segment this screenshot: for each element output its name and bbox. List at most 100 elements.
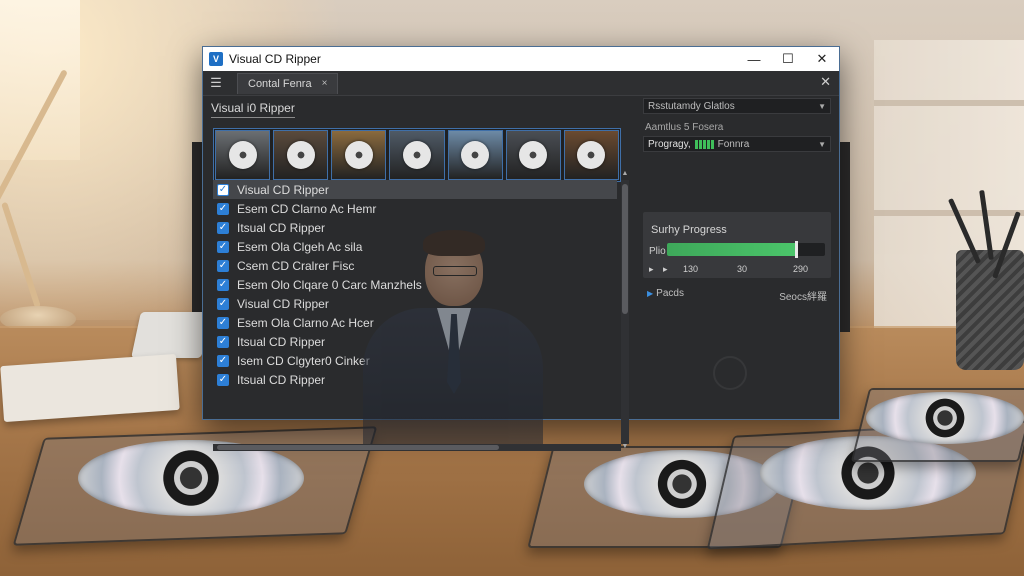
pause-control[interactable]: ▶ Pacds xyxy=(647,288,684,299)
album-thumbnail[interactable] xyxy=(447,130,503,180)
app-window: V Visual CD Ripper — ☐ ✕ ☰ Contal Fenra … xyxy=(202,46,840,451)
chevron-down-icon: ▼ xyxy=(818,139,826,149)
progress-dropdown-label: Progragy, xyxy=(648,138,691,150)
track-label: Esem Ola Clarno Ac Hcer xyxy=(237,315,374,330)
close-panel-icon[interactable]: ✕ xyxy=(820,74,831,90)
vertical-scroll-thumb[interactable] xyxy=(622,184,628,314)
track-checkbox[interactable]: ✓ xyxy=(217,259,229,272)
track-row[interactable]: ✓ Visual CD Ripper xyxy=(213,180,617,199)
pane-title: Visual i0 Ripper xyxy=(211,101,295,118)
progress-dropdown[interactable]: Progragy, Fonnra ▼ xyxy=(643,136,831,152)
title-bar[interactable]: V Visual CD Ripper — ☐ ✕ xyxy=(203,47,839,71)
keyboard xyxy=(131,312,211,358)
chevron-down-icon: ▼ xyxy=(818,101,826,111)
shelf-board xyxy=(874,100,1024,106)
album-thumbnail[interactable] xyxy=(273,130,329,180)
album-thumbnail-strip xyxy=(213,128,621,182)
track-row[interactable]: ✓ Itsual CD Ripper xyxy=(213,370,617,389)
track-label: Itsual CD Ripper xyxy=(237,220,326,235)
status-speed: Seocs絆羅 xyxy=(779,292,827,303)
vertical-scrollbar[interactable]: ▲ ▼ xyxy=(621,170,629,450)
track-checkbox[interactable]: ✓ xyxy=(217,183,229,196)
progress-card: Surhy Progress Plio ▸ ▸ 130 30 290 xyxy=(643,212,831,278)
mini-level-meter xyxy=(694,139,714,149)
tick-label: 130 xyxy=(683,264,699,274)
track-row[interactable]: ✓ Esem CD Clarno Ac Hemr xyxy=(213,199,617,218)
track-checkbox[interactable]: ✓ xyxy=(217,316,229,329)
track-checkbox[interactable]: ✓ xyxy=(217,354,229,367)
track-label: Isem CD Clgyter0 Cinker xyxy=(237,353,370,368)
progress-dropdown-suffix: Fonnra xyxy=(717,138,750,150)
pause-label: Pacds xyxy=(656,288,684,299)
background-window xyxy=(0,0,80,160)
track-checkbox[interactable]: ✓ xyxy=(217,278,229,291)
progress-handle[interactable] xyxy=(794,241,798,258)
track-checkbox[interactable]: ✓ xyxy=(217,297,229,310)
album-thumbnail[interactable] xyxy=(505,130,561,180)
album-thumbnail[interactable] xyxy=(331,130,387,180)
track-label: Visual CD Ripper xyxy=(237,182,329,197)
minimize-button[interactable]: — xyxy=(737,47,771,71)
scroll-down-icon[interactable]: ▼ xyxy=(621,443,629,450)
progress-ticks: ▸ ▸ 130 30 290 xyxy=(647,264,827,276)
status-dropdown[interactable]: Rsstutamdy Glatlos ▼ xyxy=(643,98,831,114)
track-row[interactable]: ✓ Esem Ola Clgeh Ac sila xyxy=(213,237,617,256)
progress-bar[interactable] xyxy=(667,241,825,258)
play-dot-icon: ▶ xyxy=(647,289,654,298)
track-row[interactable]: ✓ Csem CD Cralrer Fisc xyxy=(213,256,617,275)
track-label: Visual CD Ripper xyxy=(237,296,329,311)
track-row[interactable]: ✓ Visual CD Ripper xyxy=(213,294,617,313)
play-icon[interactable]: ▸ xyxy=(649,264,654,275)
tab-bar: ☰ Contal Fenra × ✕ xyxy=(203,71,839,96)
settings-label: Aamtlus 5 Fosera xyxy=(645,122,724,133)
track-checkbox[interactable]: ✓ xyxy=(217,240,229,253)
track-list: ✓ Visual CD Ripper ✓ Esem CD Clarno Ac Hemr… xyxy=(213,180,617,444)
main-content: Visual i0 Ripper ✓ Visual CD Ripper ✓ Esem … xyxy=(203,96,839,451)
tab-close-icon[interactable]: × xyxy=(322,78,328,89)
album-thumbnail[interactable] xyxy=(563,130,619,180)
cd-disc-icon xyxy=(577,141,606,169)
track-row[interactable]: ✓ Itsual CD Ripper xyxy=(213,218,617,237)
track-row[interactable]: ✓ Itsual CD Ripper xyxy=(213,332,617,351)
track-checkbox[interactable]: ✓ xyxy=(217,202,229,215)
cd-disc-icon xyxy=(519,141,548,169)
horizontal-scroll-thumb[interactable] xyxy=(217,445,499,450)
track-label: Itsual CD Ripper xyxy=(237,334,326,349)
close-button[interactable]: ✕ xyxy=(805,47,839,71)
right-pane: Rsstutamdy Glatlos ▼ Aamtlus 5 Fosera Pr… xyxy=(643,96,839,419)
horizontal-scrollbar[interactable] xyxy=(213,444,621,451)
track-row[interactable]: ✓ Isem CD Clgyter0 Cinker xyxy=(213,351,617,370)
pencil-cup xyxy=(956,250,1024,370)
scroll-up-icon[interactable]: ▲ xyxy=(621,170,629,177)
progress-title: Surhy Progress xyxy=(651,224,727,236)
track-checkbox[interactable]: ✓ xyxy=(217,373,229,386)
track-label: Esem Olo Clqare 0 Carc Manzhels xyxy=(237,277,422,292)
cd-disc xyxy=(78,440,304,516)
document-tab[interactable]: Contal Fenra × xyxy=(237,72,339,94)
cd-disc-icon xyxy=(461,141,490,169)
app-logo-icon: V xyxy=(209,52,223,66)
hamburger-menu-icon[interactable]: ☰ xyxy=(203,75,229,91)
album-thumbnail[interactable] xyxy=(215,130,271,180)
maximize-button[interactable]: ☐ xyxy=(771,47,805,71)
track-row[interactable]: ✓ Esem Olo Clqare 0 Carc Manzhels xyxy=(213,275,617,294)
track-label: Itsual CD Ripper xyxy=(237,372,326,387)
cd-disc-icon xyxy=(286,141,315,169)
progress-prefix: Plio xyxy=(649,246,666,257)
track-label: Esem Ola Clgeh Ac sila xyxy=(237,239,363,254)
track-checkbox[interactable]: ✓ xyxy=(217,335,229,348)
status-dropdown-value: Rsstutamdy Glatlos xyxy=(648,100,735,112)
faded-disc-icon xyxy=(713,356,747,390)
track-checkbox[interactable]: ✓ xyxy=(217,221,229,234)
track-row[interactable]: ✓ Esem Ola Clarno Ac Hcer xyxy=(213,313,617,332)
step-icon[interactable]: ▸ xyxy=(663,264,668,275)
tick-label: 30 xyxy=(737,264,748,274)
track-label: Esem CD Clarno Ac Hemr xyxy=(237,201,377,216)
cd-disc-icon xyxy=(402,141,431,169)
document-tab-label: Contal Fenra xyxy=(248,77,312,90)
shelf-board xyxy=(874,210,1024,216)
album-thumbnail[interactable] xyxy=(389,130,445,180)
track-label: Csem CD Cralrer Fisc xyxy=(237,258,355,273)
cd-disc-icon xyxy=(344,141,373,169)
cd-disc xyxy=(866,392,1024,444)
